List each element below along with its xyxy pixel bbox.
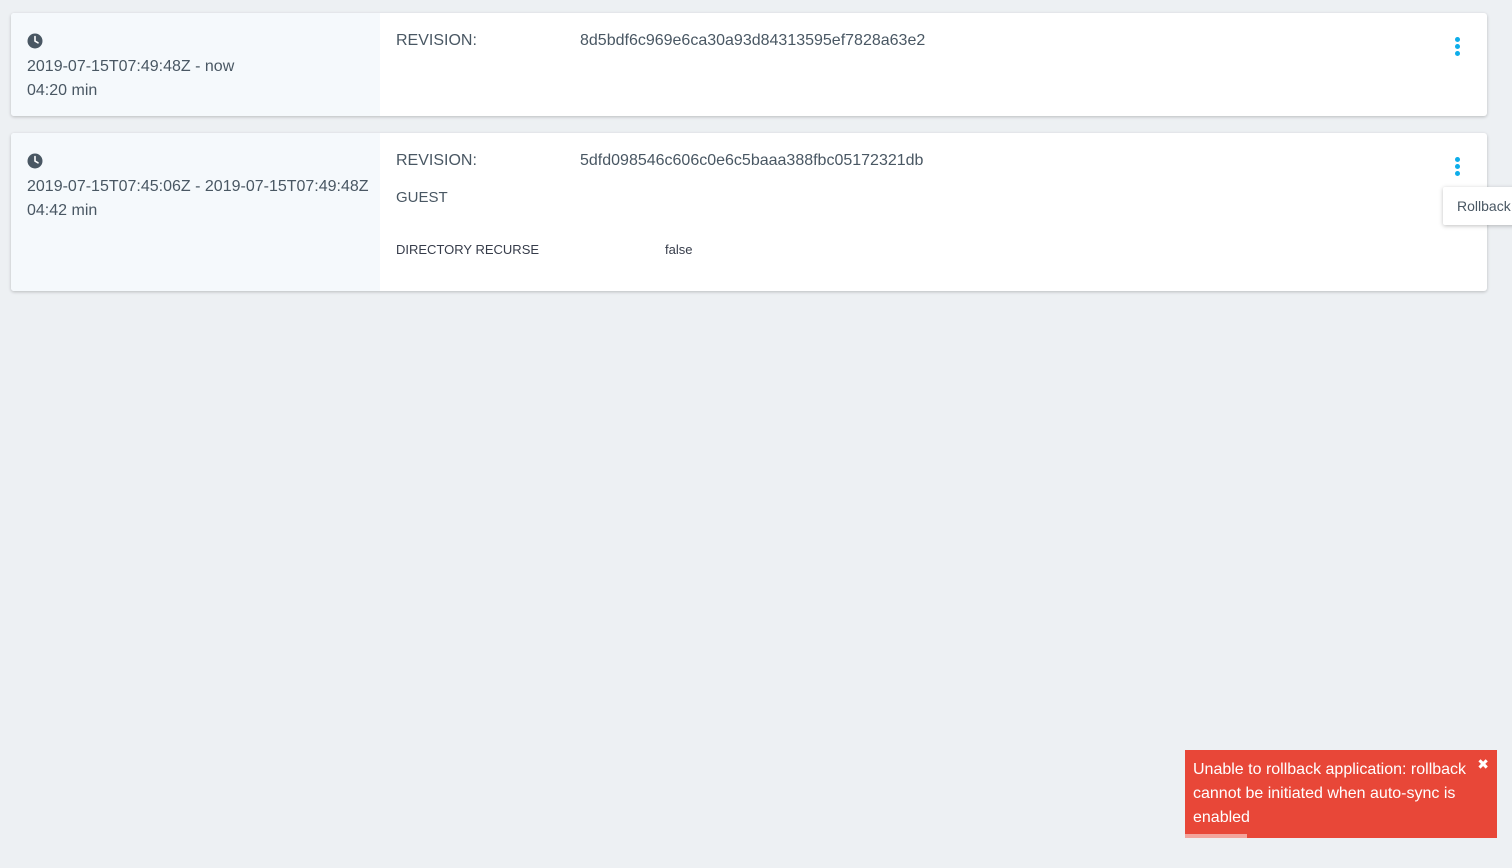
history-card-time-panel: 2019-07-15T07:45:06Z - 2019-07-15T07:49:… — [11, 133, 380, 291]
revision-label: REVISION: — [396, 152, 477, 169]
clock-icon — [27, 33, 43, 49]
history-card-time-panel: 2019-07-15T07:49:48Z - now 04:20 min — [11, 13, 380, 116]
deploy-duration: 04:42 min — [27, 202, 98, 219]
revision-label: REVISION: — [396, 32, 477, 49]
history-card-previous: 2019-07-15T07:45:06Z - 2019-07-15T07:49:… — [11, 133, 1487, 291]
kebab-dot-icon — [1454, 51, 1460, 56]
parameter-name: DIRECTORY RECURSE — [396, 242, 540, 257]
kebab-dot-icon — [1454, 157, 1460, 162]
deploy-time-range: 2019-07-15T07:49:48Z - now — [27, 58, 235, 75]
more-actions-button[interactable] — [1447, 35, 1467, 61]
kebab-dot-icon — [1454, 171, 1460, 176]
error-toast: Unable to rollback application: rollback… — [1185, 750, 1497, 838]
rollback-menu-item[interactable]: Rollback — [1457, 197, 1511, 215]
actions-dropdown-menu: Rollback — [1443, 187, 1512, 225]
revision-hash: 8d5bdf6c969e6ca30a93d84313595ef7828a63e2 — [580, 32, 926, 49]
toast-progress-bar — [1185, 834, 1248, 838]
history-card-current: 2019-07-15T07:49:48Z - now 04:20 min REV… — [11, 13, 1487, 116]
kebab-dot-icon — [1454, 44, 1460, 49]
deploy-time-range: 2019-07-15T07:45:06Z - 2019-07-15T07:49:… — [27, 178, 369, 195]
kebab-dot-icon — [1454, 37, 1460, 42]
more-actions-button[interactable] — [1447, 155, 1467, 181]
close-icon[interactable]: ✖ — [1477, 756, 1489, 772]
parameter-value: false — [665, 242, 693, 257]
toast-message: Unable to rollback application: rollback… — [1193, 761, 1467, 826]
revision-hash: 5dfd098546c606c0e6c5baaa388fbc05172321db — [580, 152, 924, 169]
clock-icon — [27, 153, 43, 169]
kebab-dot-icon — [1454, 164, 1460, 169]
deploy-duration: 04:20 min — [27, 82, 98, 99]
parameters-section-title: GUEST — [396, 189, 448, 206]
